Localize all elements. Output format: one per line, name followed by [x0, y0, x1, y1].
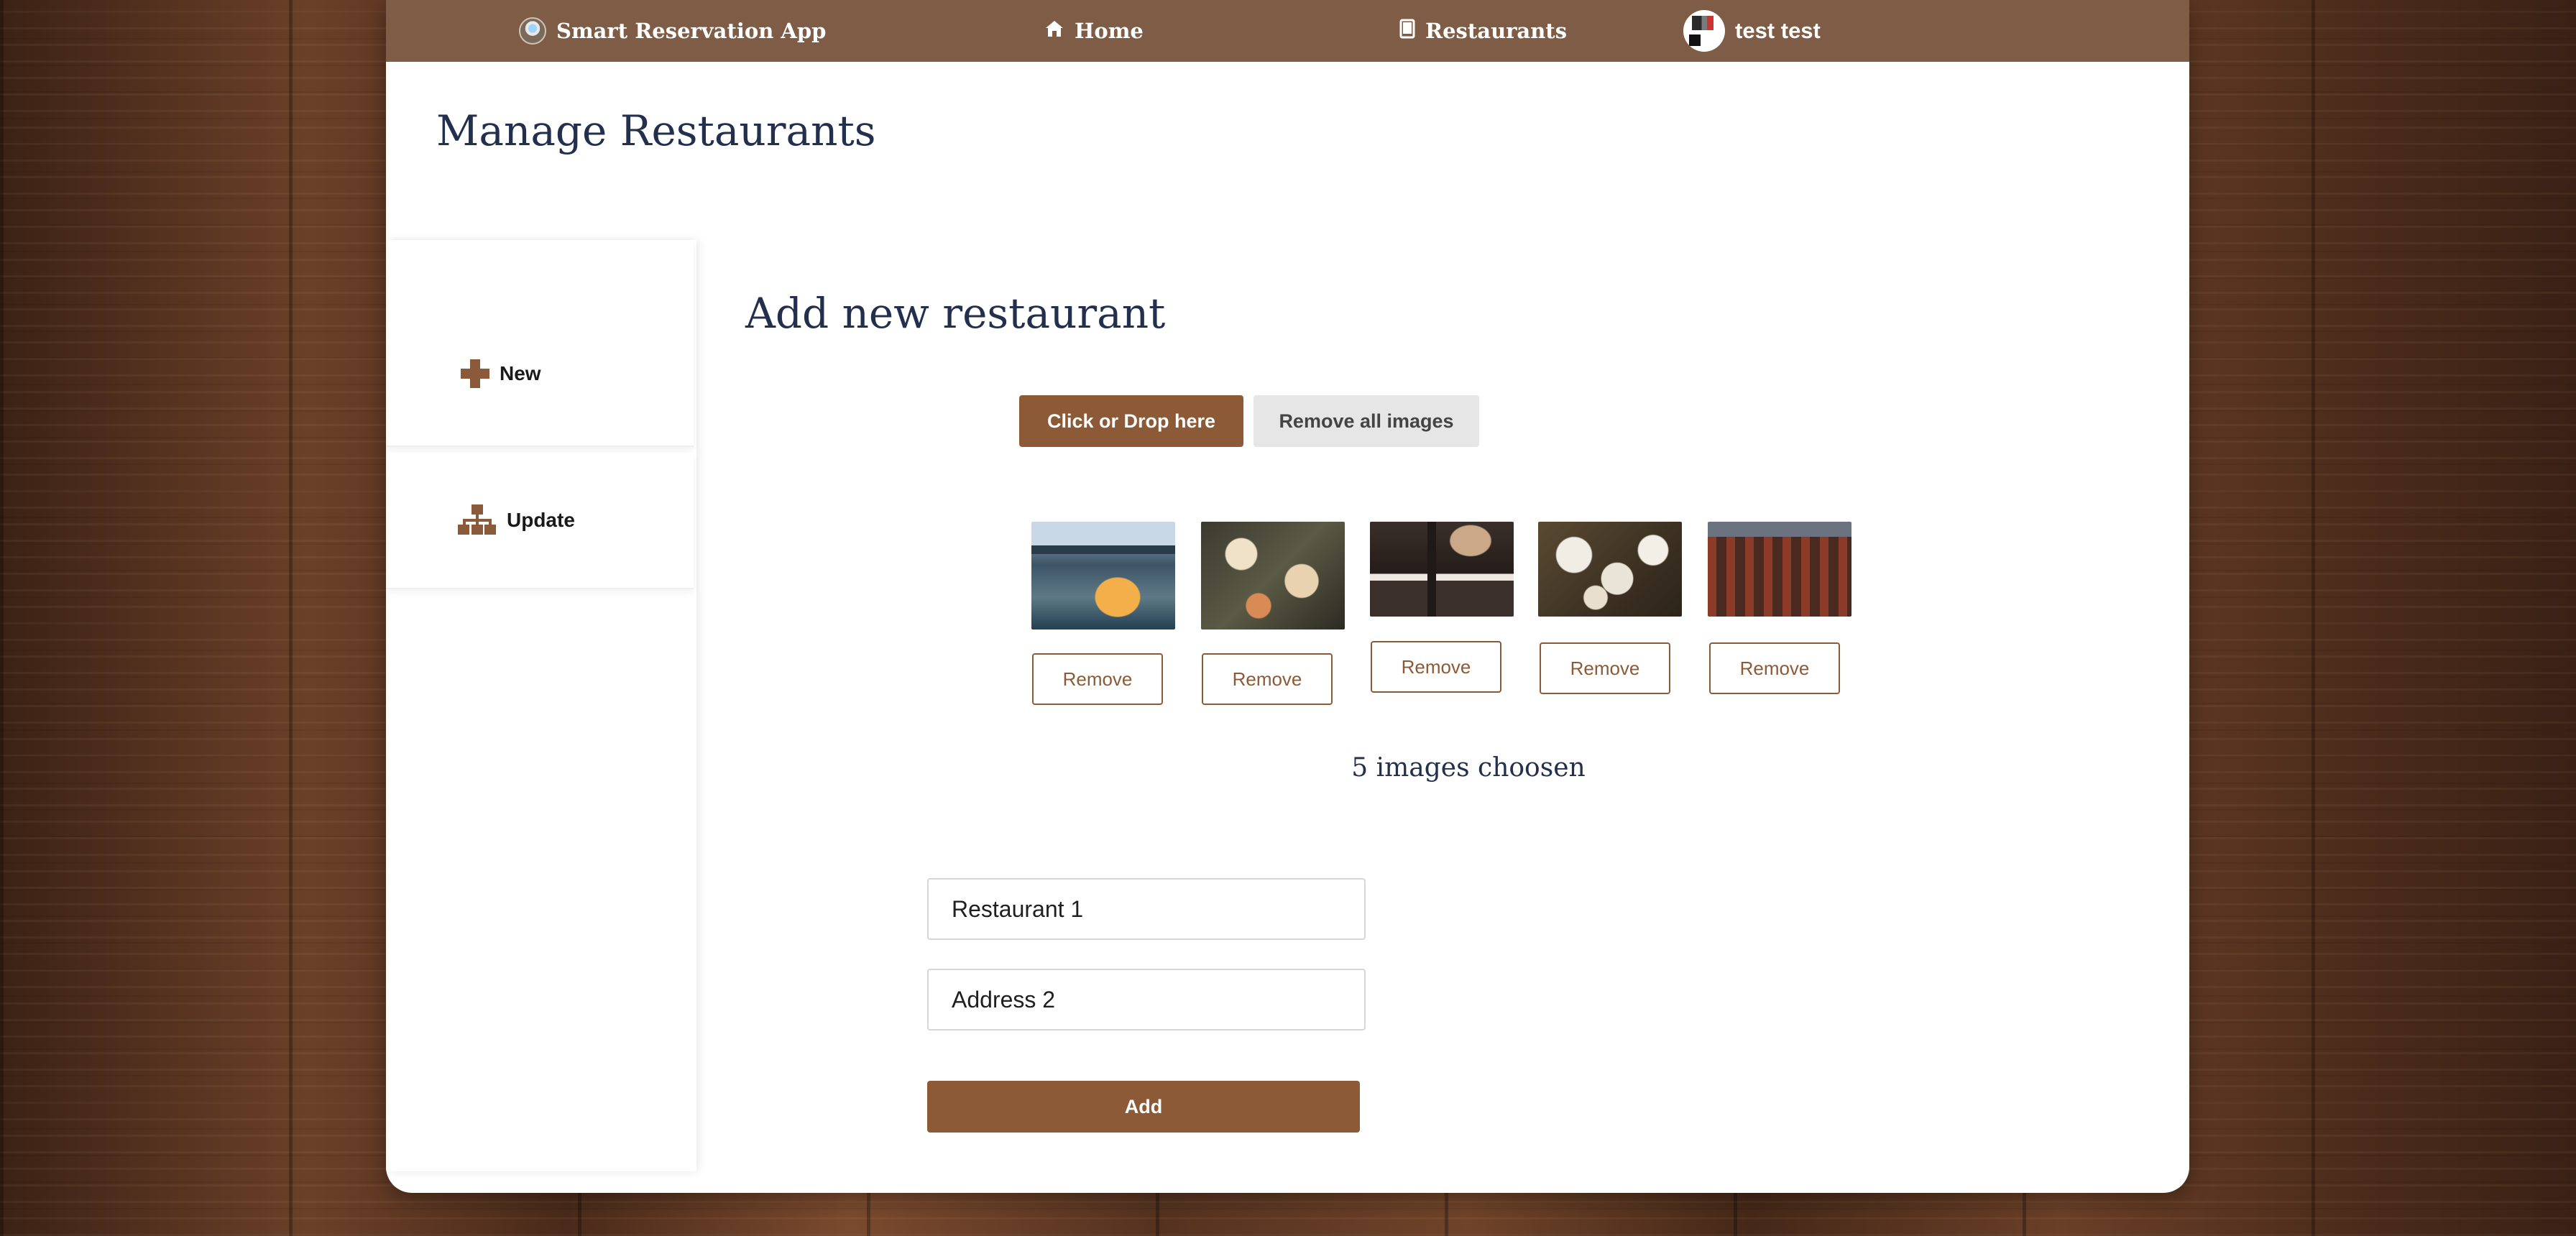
nav-home[interactable]: Home [1044, 0, 1144, 62]
sidebar-item-label: Update [507, 509, 575, 531]
page-title: Manage Restaurants [436, 106, 876, 155]
image-thumbnail [1031, 522, 1175, 629]
form-title: Add new restaurant [745, 289, 1166, 338]
sidebar-item-label: New [500, 362, 541, 384]
images-count: 5 images choosen [1351, 753, 1586, 783]
sidebar-item-new[interactable]: New [386, 240, 694, 447]
nav-user[interactable]: test test [1683, 0, 1821, 62]
image-thumbnail [1708, 522, 1852, 617]
image-thumbnail [1201, 522, 1345, 629]
remove-image-button[interactable]: Remove [1371, 641, 1501, 693]
nav-user-label: test test [1735, 18, 1821, 43]
home-icon [1044, 19, 1064, 43]
nav-restaurants-label: Restaurants [1425, 19, 1568, 43]
nav-brand[interactable]: Smart Reservation App [519, 0, 826, 62]
avatar [1683, 10, 1725, 52]
remove-image-button[interactable]: Remove [1540, 642, 1670, 694]
app-logo-icon [519, 17, 546, 45]
tablet-icon [1399, 19, 1415, 44]
sidebar-item-new-content: New [461, 359, 541, 388]
remove-image-button[interactable]: Remove [1032, 653, 1163, 705]
sidebar-item-update-content: Update [458, 504, 575, 536]
nav-restaurants[interactable]: Restaurants [1399, 0, 1567, 62]
add-restaurant-button[interactable]: Add [927, 1081, 1360, 1133]
remove-all-images-button[interactable]: Remove all images [1254, 395, 1479, 447]
image-drop-button[interactable]: Click or Drop here [1019, 395, 1243, 447]
restaurant-address-field[interactable] [927, 969, 1366, 1030]
restaurant-name-field[interactable] [927, 878, 1366, 940]
navbar: Smart Reservation App Home Restaurants t… [386, 0, 2189, 62]
sitemap-icon [458, 504, 497, 536]
sidebar: New Update [386, 240, 696, 1171]
remove-image-button[interactable]: Remove [1709, 642, 1840, 694]
image-thumbnail [1370, 522, 1514, 617]
image-thumbnail [1538, 522, 1682, 617]
remove-image-button[interactable]: Remove [1202, 653, 1333, 705]
nav-brand-label: Smart Reservation App [556, 19, 827, 43]
sidebar-item-update[interactable]: Update [386, 453, 694, 589]
plus-icon [461, 359, 489, 388]
nav-home-label: Home [1075, 19, 1144, 43]
main-card: Smart Reservation App Home Restaurants t… [386, 0, 2189, 1193]
